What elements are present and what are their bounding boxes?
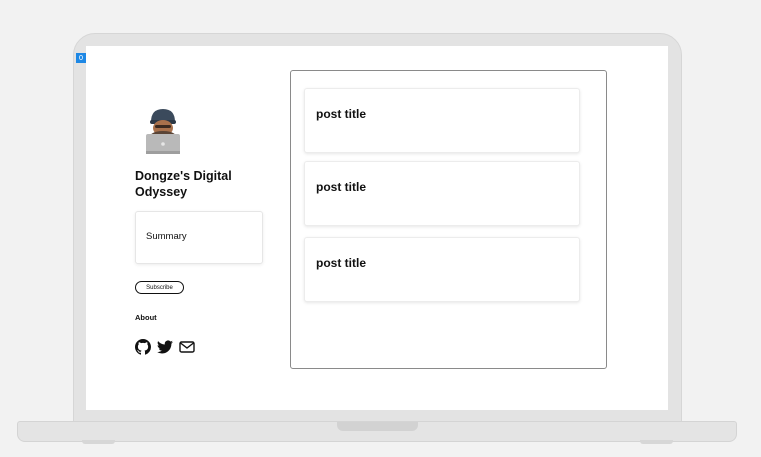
mail-link[interactable] bbox=[179, 339, 195, 355]
about-label: About bbox=[135, 313, 157, 322]
twitter-link[interactable] bbox=[157, 339, 173, 355]
avatar-emoji-icon bbox=[146, 109, 180, 154]
laptop-foot-right bbox=[640, 440, 673, 444]
post-title: post title bbox=[316, 107, 366, 121]
summary-card: Summary bbox=[135, 211, 263, 264]
post-card[interactable]: post title bbox=[304, 161, 580, 226]
blog-title: Dongze's Digital Odyssey bbox=[135, 169, 232, 199]
mail-icon bbox=[179, 341, 195, 353]
laptop-foot-left bbox=[82, 440, 115, 444]
avatar bbox=[144, 107, 182, 155]
summary-text: Summary bbox=[146, 231, 187, 242]
github-link[interactable] bbox=[135, 339, 151, 355]
post-title: post title bbox=[316, 180, 366, 194]
corner-badge: 0 bbox=[76, 53, 86, 63]
subscribe-button[interactable]: Subscribe bbox=[135, 281, 184, 294]
github-icon bbox=[135, 339, 151, 355]
post-card[interactable]: post title bbox=[304, 88, 580, 153]
post-card[interactable]: post title bbox=[304, 237, 580, 302]
twitter-icon bbox=[157, 340, 173, 354]
laptop-notch bbox=[337, 422, 418, 431]
post-title: post title bbox=[316, 256, 366, 270]
